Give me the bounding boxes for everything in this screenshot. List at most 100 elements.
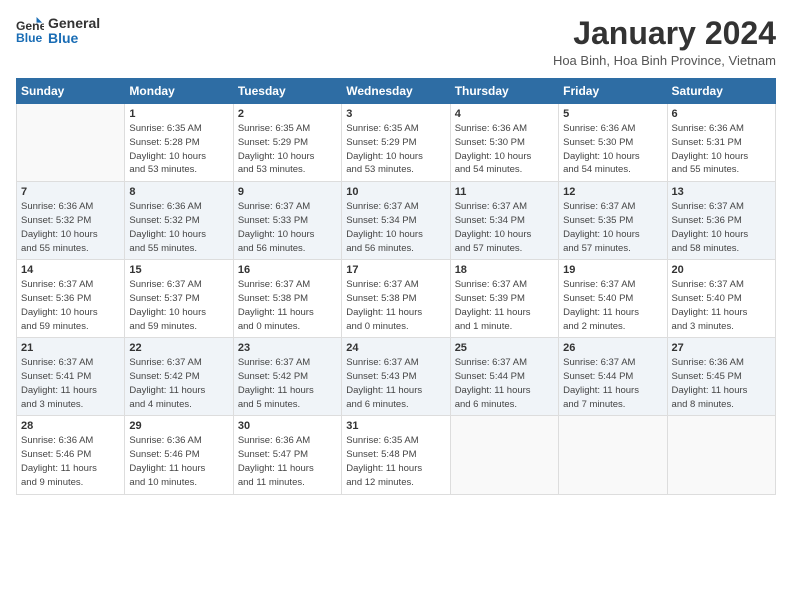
day-number: 19 — [563, 264, 662, 276]
day-info: Sunrise: 6:36 AM Sunset: 5:30 PM Dayligh… — [455, 122, 554, 177]
day-info: Sunrise: 6:37 AM Sunset: 5:41 PM Dayligh… — [21, 356, 120, 411]
day-info: Sunrise: 6:37 AM Sunset: 5:37 PM Dayligh… — [129, 278, 228, 333]
day-number: 9 — [238, 186, 337, 198]
day-info: Sunrise: 6:37 AM Sunset: 5:43 PM Dayligh… — [346, 356, 445, 411]
calendar-cell: 24 Sunrise: 6:37 AM Sunset: 5:43 PM Dayli… — [342, 338, 450, 416]
day-info: Sunrise: 6:36 AM Sunset: 5:46 PM Dayligh… — [21, 434, 120, 489]
day-number: 27 — [672, 342, 771, 354]
calendar-cell: 26 Sunrise: 6:37 AM Sunset: 5:44 PM Dayli… — [559, 338, 667, 416]
day-info: Sunrise: 6:37 AM Sunset: 5:36 PM Dayligh… — [672, 200, 771, 255]
day-info: Sunrise: 6:37 AM Sunset: 5:38 PM Dayligh… — [238, 278, 337, 333]
day-info: Sunrise: 6:35 AM Sunset: 5:28 PM Dayligh… — [129, 122, 228, 177]
calendar-cell: 21 Sunrise: 6:37 AM Sunset: 5:41 PM Dayli… — [17, 338, 125, 416]
day-number: 31 — [346, 420, 445, 432]
calendar-cell — [17, 104, 125, 182]
day-number: 24 — [346, 342, 445, 354]
day-info: Sunrise: 6:37 AM Sunset: 5:44 PM Dayligh… — [563, 356, 662, 411]
month-title: January 2024 — [553, 16, 776, 51]
header-monday: Monday — [125, 79, 233, 104]
day-number: 3 — [346, 108, 445, 120]
day-number: 22 — [129, 342, 228, 354]
calendar-header-row: SundayMondayTuesdayWednesdayThursdayFrid… — [17, 79, 776, 104]
day-info: Sunrise: 6:36 AM Sunset: 5:32 PM Dayligh… — [129, 200, 228, 255]
day-number: 5 — [563, 108, 662, 120]
calendar-cell: 7Sunrise: 6:36 AM Sunset: 5:32 PM Daylig… — [17, 182, 125, 260]
calendar-cell: 27 Sunrise: 6:36 AM Sunset: 5:45 PM Dayli… — [667, 338, 775, 416]
calendar-cell — [450, 416, 558, 494]
calendar-cell: 16Sunrise: 6:37 AM Sunset: 5:38 PM Dayli… — [233, 260, 341, 338]
day-number: 15 — [129, 264, 228, 276]
logo-blue: Blue — [48, 31, 100, 46]
calendar-cell: 12 Sunrise: 6:37 AM Sunset: 5:35 PM Dayli… — [559, 182, 667, 260]
day-number: 4 — [455, 108, 554, 120]
day-info: Sunrise: 6:35 AM Sunset: 5:48 PM Dayligh… — [346, 434, 445, 489]
day-number: 21 — [21, 342, 120, 354]
calendar-cell: 17 Sunrise: 6:37 AM Sunset: 5:38 PM Dayli… — [342, 260, 450, 338]
week-row-3: 14 Sunrise: 6:37 AM Sunset: 5:36 PM Dayli… — [17, 260, 776, 338]
page: General Blue General Blue January 2024 H… — [0, 0, 792, 612]
day-info: Sunrise: 6:37 AM Sunset: 5:35 PM Dayligh… — [563, 200, 662, 255]
day-info: Sunrise: 6:36 AM Sunset: 5:46 PM Dayligh… — [129, 434, 228, 489]
calendar-cell: 31 Sunrise: 6:35 AM Sunset: 5:48 PM Dayli… — [342, 416, 450, 494]
calendar-cell: 8Sunrise: 6:36 AM Sunset: 5:32 PM Daylig… — [125, 182, 233, 260]
day-number: 26 — [563, 342, 662, 354]
day-number: 14 — [21, 264, 120, 276]
week-row-2: 7Sunrise: 6:36 AM Sunset: 5:32 PM Daylig… — [17, 182, 776, 260]
day-number: 25 — [455, 342, 554, 354]
calendar-cell: 5 Sunrise: 6:36 AM Sunset: 5:30 PM Daylig… — [559, 104, 667, 182]
calendar-cell: 11 Sunrise: 6:37 AM Sunset: 5:34 PM Dayli… — [450, 182, 558, 260]
day-info: Sunrise: 6:36 AM Sunset: 5:47 PM Dayligh… — [238, 434, 337, 489]
day-number: 11 — [455, 186, 554, 198]
header-friday: Friday — [559, 79, 667, 104]
calendar-cell: 15 Sunrise: 6:37 AM Sunset: 5:37 PM Dayli… — [125, 260, 233, 338]
calendar-cell: 23 Sunrise: 6:37 AM Sunset: 5:42 PM Dayli… — [233, 338, 341, 416]
day-number: 12 — [563, 186, 662, 198]
calendar-cell: 4 Sunrise: 6:36 AM Sunset: 5:30 PM Daylig… — [450, 104, 558, 182]
day-number: 23 — [238, 342, 337, 354]
week-row-5: 28Sunrise: 6:36 AM Sunset: 5:46 PM Dayli… — [17, 416, 776, 494]
day-info: Sunrise: 6:37 AM Sunset: 5:33 PM Dayligh… — [238, 200, 337, 255]
calendar-cell: 30 Sunrise: 6:36 AM Sunset: 5:47 PM Dayli… — [233, 416, 341, 494]
day-info: Sunrise: 6:36 AM Sunset: 5:45 PM Dayligh… — [672, 356, 771, 411]
calendar-cell: 10 Sunrise: 6:37 AM Sunset: 5:34 PM Dayli… — [342, 182, 450, 260]
calendar-cell: 28Sunrise: 6:36 AM Sunset: 5:46 PM Dayli… — [17, 416, 125, 494]
day-number: 6 — [672, 108, 771, 120]
location: Hoa Binh, Hoa Binh Province, Vietnam — [553, 53, 776, 68]
day-info: Sunrise: 6:37 AM Sunset: 5:38 PM Dayligh… — [346, 278, 445, 333]
day-number: 10 — [346, 186, 445, 198]
calendar-cell: 20Sunrise: 6:37 AM Sunset: 5:40 PM Dayli… — [667, 260, 775, 338]
day-number: 2 — [238, 108, 337, 120]
day-number: 30 — [238, 420, 337, 432]
calendar-cell: 9 Sunrise: 6:37 AM Sunset: 5:33 PM Daylig… — [233, 182, 341, 260]
day-info: Sunrise: 6:37 AM Sunset: 5:36 PM Dayligh… — [21, 278, 120, 333]
calendar-cell: 14 Sunrise: 6:37 AM Sunset: 5:36 PM Dayli… — [17, 260, 125, 338]
calendar-cell: 29 Sunrise: 6:36 AM Sunset: 5:46 PM Dayli… — [125, 416, 233, 494]
header-sunday: Sunday — [17, 79, 125, 104]
calendar-cell: 25Sunrise: 6:37 AM Sunset: 5:44 PM Dayli… — [450, 338, 558, 416]
day-info: Sunrise: 6:37 AM Sunset: 5:42 PM Dayligh… — [238, 356, 337, 411]
logo: General Blue General Blue — [16, 16, 100, 47]
calendar-cell: 18 Sunrise: 6:37 AM Sunset: 5:39 PM Dayli… — [450, 260, 558, 338]
calendar-cell: 22 Sunrise: 6:37 AM Sunset: 5:42 PM Dayli… — [125, 338, 233, 416]
day-number: 18 — [455, 264, 554, 276]
day-info: Sunrise: 6:37 AM Sunset: 5:34 PM Dayligh… — [455, 200, 554, 255]
day-info: Sunrise: 6:36 AM Sunset: 5:30 PM Dayligh… — [563, 122, 662, 177]
day-info: Sunrise: 6:37 AM Sunset: 5:42 PM Dayligh… — [129, 356, 228, 411]
day-info: Sunrise: 6:37 AM Sunset: 5:39 PM Dayligh… — [455, 278, 554, 333]
day-number: 20 — [672, 264, 771, 276]
calendar-table: SundayMondayTuesdayWednesdayThursdayFrid… — [16, 78, 776, 494]
logo-icon: General Blue — [16, 17, 44, 45]
day-number: 13 — [672, 186, 771, 198]
day-info: Sunrise: 6:37 AM Sunset: 5:34 PM Dayligh… — [346, 200, 445, 255]
week-row-4: 21 Sunrise: 6:37 AM Sunset: 5:41 PM Dayli… — [17, 338, 776, 416]
day-number: 17 — [346, 264, 445, 276]
header-tuesday: Tuesday — [233, 79, 341, 104]
day-number: 29 — [129, 420, 228, 432]
header-thursday: Thursday — [450, 79, 558, 104]
calendar-cell: 6Sunrise: 6:36 AM Sunset: 5:31 PM Daylig… — [667, 104, 775, 182]
calendar-cell: 3Sunrise: 6:35 AM Sunset: 5:29 PM Daylig… — [342, 104, 450, 182]
header-saturday: Saturday — [667, 79, 775, 104]
week-row-1: 1 Sunrise: 6:35 AM Sunset: 5:28 PM Daylig… — [17, 104, 776, 182]
day-number: 1 — [129, 108, 228, 120]
header: General Blue General Blue January 2024 H… — [16, 16, 776, 68]
